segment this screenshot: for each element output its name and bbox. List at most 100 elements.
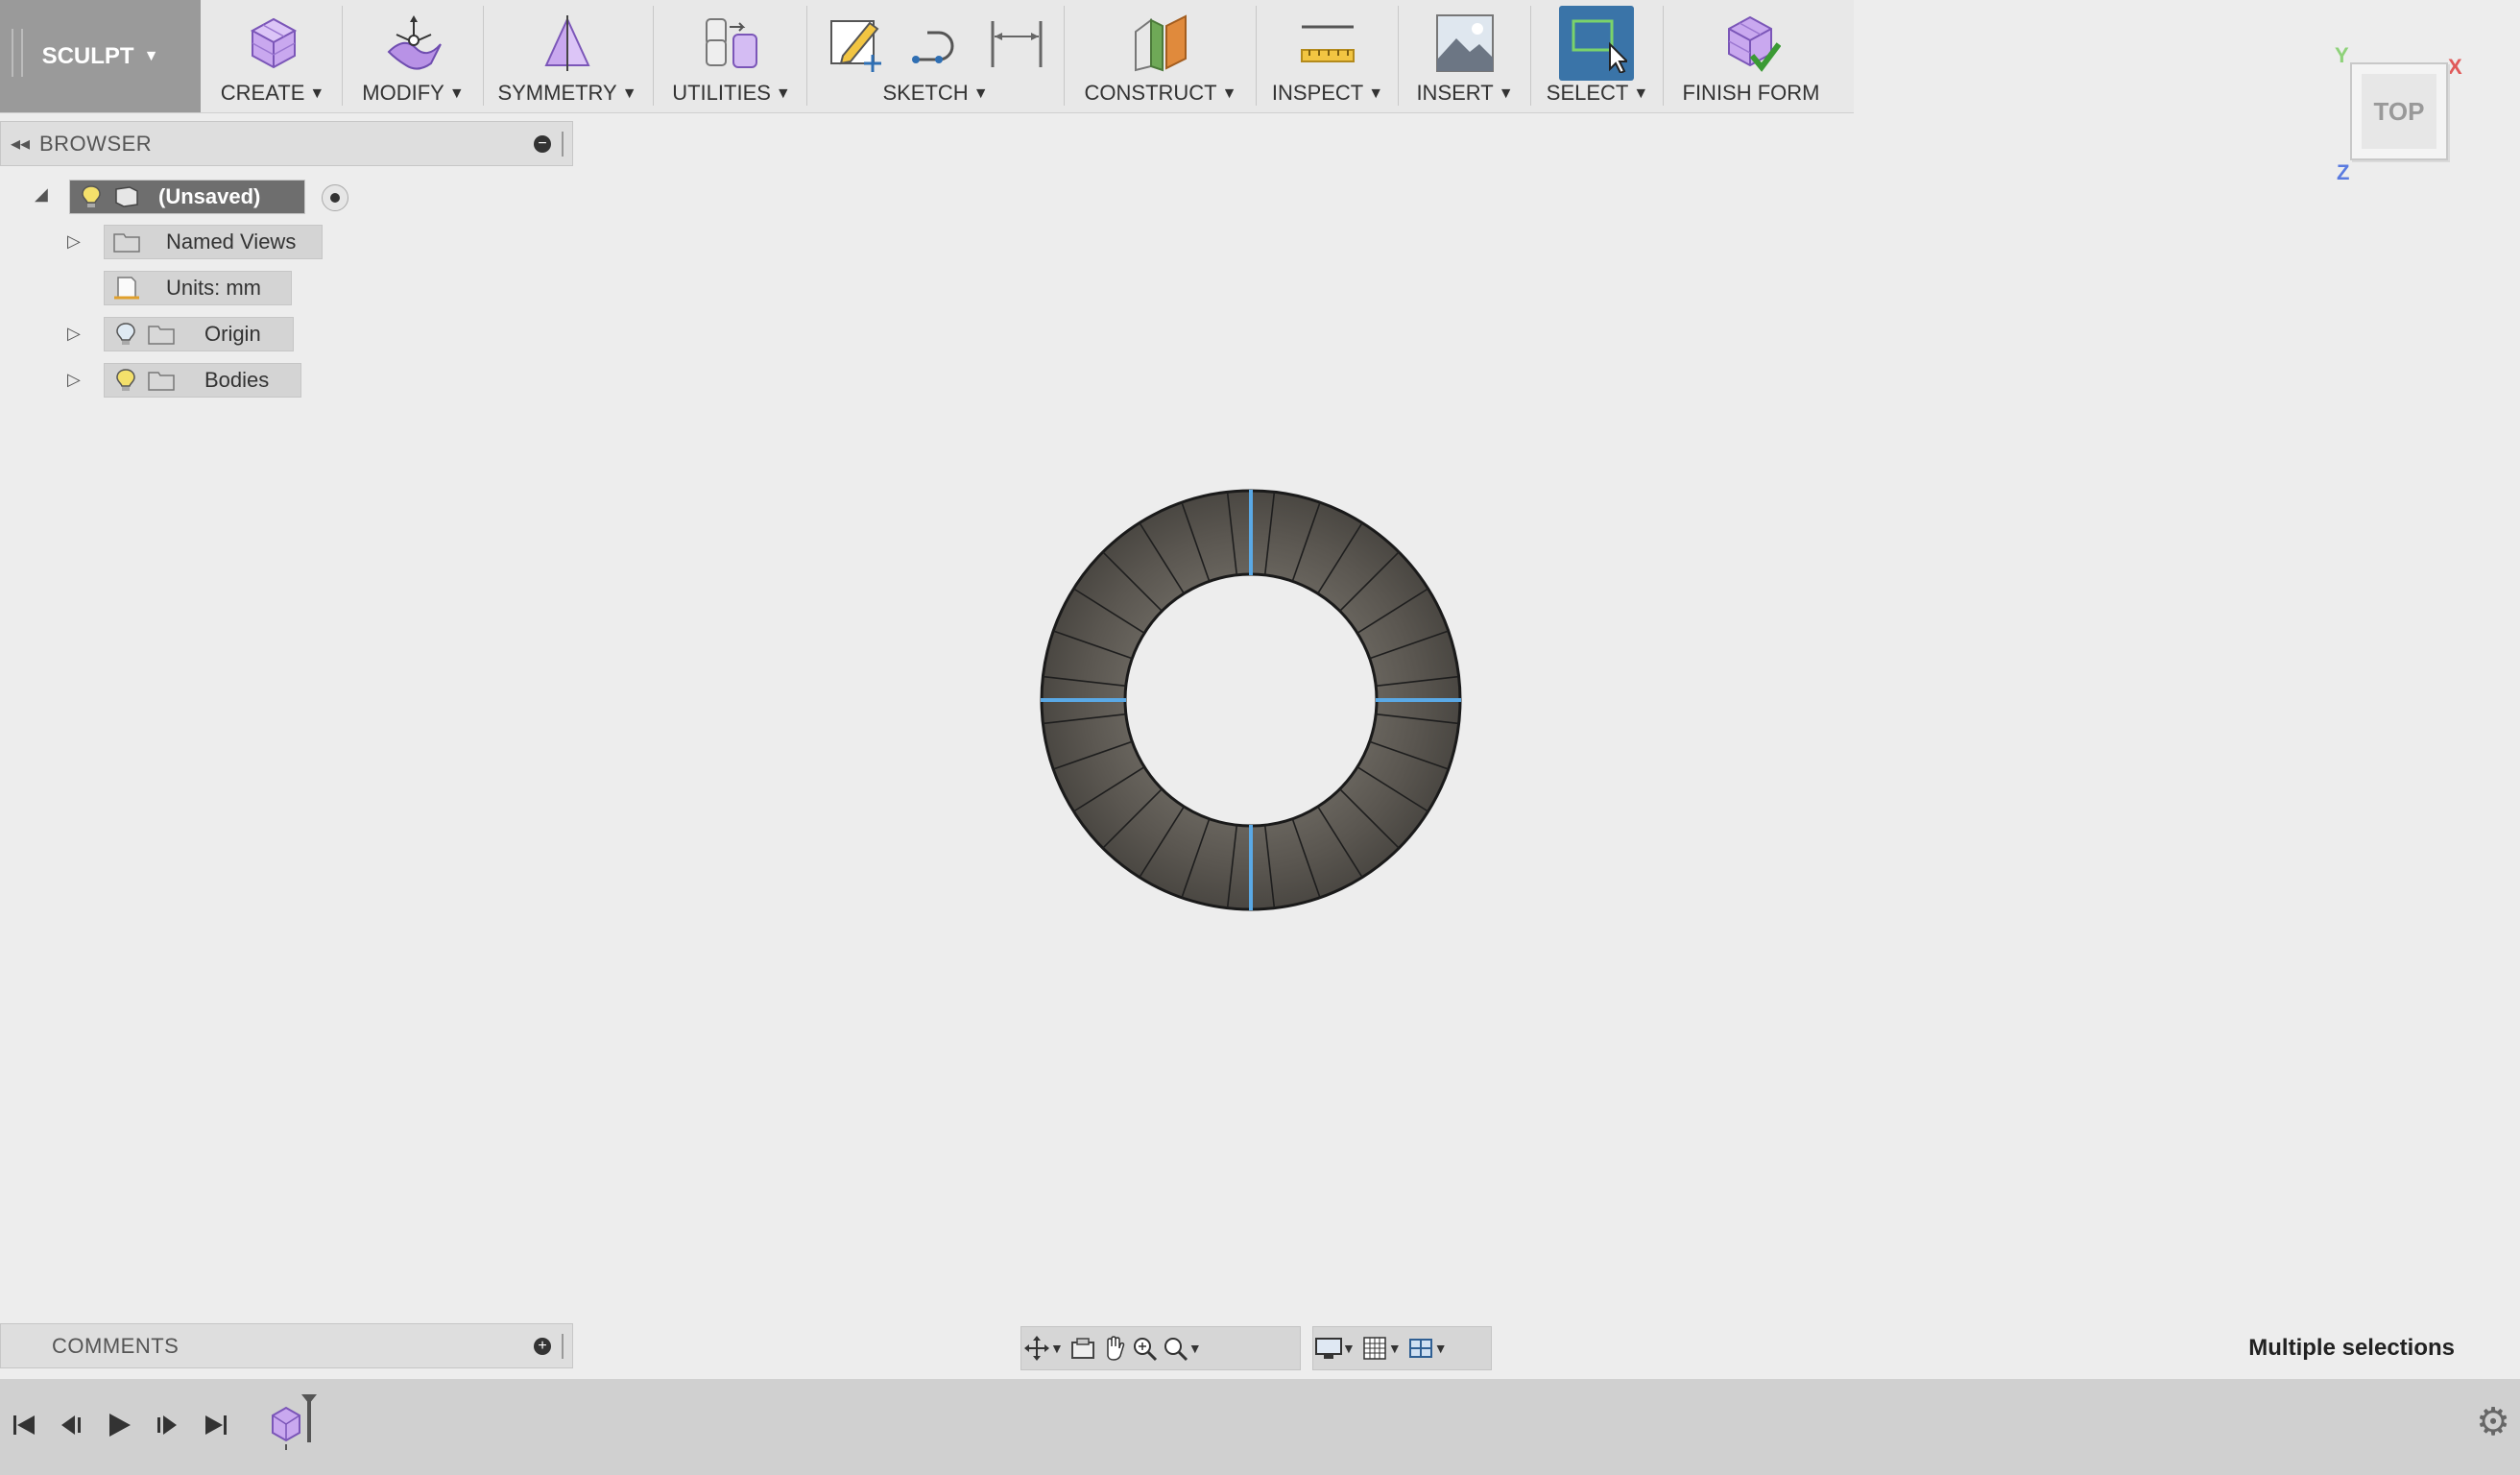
insert-menu[interactable]: INSERT ▼ — [1400, 0, 1530, 112]
view-cube-top-face[interactable]: TOP — [2350, 62, 2448, 160]
browser-item-label: Bodies — [204, 368, 270, 392]
select-label: SELECT — [1546, 81, 1629, 105]
axis-z-label: Z — [2337, 160, 2350, 184]
symmetry-menu[interactable]: SYMMETRY ▼ — [485, 0, 650, 112]
panel-grip[interactable] — [562, 132, 569, 157]
root-label: (Unsaved) — [158, 184, 261, 208]
play-icon[interactable] — [102, 1408, 136, 1442]
finish-form-icon[interactable] — [1721, 13, 1781, 73]
chevron-down-icon: ▼ — [775, 85, 791, 102]
step-back-icon[interactable] — [54, 1408, 88, 1442]
view-cube[interactable]: Y X TOP Z — [2335, 43, 2462, 187]
inspect-label: INSPECT — [1271, 81, 1364, 105]
modify-icon[interactable] — [383, 13, 444, 73]
chevron-down-icon: ▼ — [448, 85, 465, 102]
folder-icon — [148, 372, 175, 391]
chevron-down-icon: ▼ — [1221, 85, 1237, 102]
inspect-menu[interactable]: INSPECT ▼ — [1258, 0, 1398, 112]
browser-item-bodies[interactable]: Bodies — [104, 363, 301, 398]
chevron-down-icon: ▼ — [1633, 85, 1649, 102]
chevron-down-icon: ▼ — [972, 85, 989, 102]
navigation-toolbar: ▼ ▼ — [1020, 1326, 1301, 1370]
browser-root-node[interactable]: (Unsaved) — [69, 180, 348, 214]
browser-item-label: Named Views — [166, 230, 297, 254]
browser-item-named-views[interactable]: Named Views — [104, 225, 323, 259]
sketch-menu[interactable]: SKETCH ▼ — [808, 0, 1063, 112]
chevron-down-icon: ▼ — [309, 85, 325, 102]
symmetry-icon[interactable] — [539, 13, 596, 73]
lightbulb-icon[interactable] — [112, 367, 139, 394]
display-settings-icon[interactable] — [1313, 1333, 1344, 1364]
zoom-icon[interactable] — [1129, 1333, 1160, 1364]
utilities-menu[interactable]: UTILITIES ▼ — [655, 0, 808, 112]
finish-form-button[interactable]: FINISH FORM — [1665, 0, 1837, 112]
look-at-icon[interactable] — [1068, 1333, 1098, 1364]
chevron-down-icon: ▼ — [1368, 85, 1384, 102]
browser-item-label: Origin — [204, 322, 261, 346]
insert-image-icon[interactable] — [1435, 13, 1495, 73]
collapse-panel-icon[interactable]: ◂◂ — [1, 132, 39, 156]
construct-menu[interactable]: CONSTRUCT ▼ — [1066, 0, 1256, 112]
zoom-window-icon[interactable] — [1160, 1333, 1190, 1364]
browser-header[interactable]: ◂◂ BROWSER − — [0, 121, 573, 166]
insert-label: INSERT — [1416, 81, 1494, 105]
select-window-icon[interactable] — [1568, 13, 1627, 73]
modify-menu[interactable]: MODIFY ▼ — [344, 0, 483, 112]
axis-x-label: X — [2448, 55, 2462, 79]
utilities-icon[interactable] — [701, 13, 762, 73]
viewports-icon[interactable] — [1405, 1333, 1436, 1364]
timeline: ⚙ — [0, 1379, 2520, 1475]
utilities-label: UTILITIES — [672, 81, 771, 105]
create-box-icon[interactable] — [243, 13, 302, 73]
browser-item-label: Units: mm — [166, 276, 261, 300]
timeline-form-feature-icon[interactable] — [269, 1394, 326, 1452]
measure-icon[interactable] — [1298, 13, 1357, 73]
chevron-down-icon: ▼ — [143, 47, 159, 64]
comments-header[interactable]: COMMENTS + — [0, 1323, 573, 1368]
status-text: Multiple selections — [2248, 1335, 2455, 1361]
gear-icon[interactable]: ⚙ — [2476, 1400, 2510, 1444]
create-menu[interactable]: CREATE ▼ — [205, 0, 340, 112]
expand-triangle-icon[interactable]: ▷ — [67, 324, 81, 344]
activate-radio[interactable] — [322, 184, 348, 211]
workspace-label: SCULPT — [41, 42, 134, 69]
pan-hand-icon[interactable] — [1098, 1333, 1129, 1364]
chevron-down-icon[interactable]: ▼ — [1434, 1341, 1448, 1356]
modify-label: MODIFY — [362, 81, 444, 105]
document-icon — [115, 186, 138, 207]
expand-triangle-icon[interactable]: ▷ — [67, 231, 81, 252]
view-cube-face-label: TOP — [2362, 74, 2436, 149]
folder-icon — [148, 326, 175, 345]
step-forward-icon[interactable] — [150, 1408, 184, 1442]
sketch-arc-icon[interactable] — [906, 13, 966, 73]
workspace-switcher[interactable]: SCULPT ▼ — [0, 0, 201, 112]
chevron-down-icon[interactable]: ▼ — [1342, 1341, 1356, 1356]
add-comment-icon[interactable]: + — [534, 1338, 551, 1355]
grid-icon[interactable] — [1359, 1333, 1390, 1364]
skip-to-start-icon[interactable] — [8, 1408, 42, 1442]
symmetry-label: SYMMETRY — [497, 81, 617, 105]
browser-item-origin[interactable]: Origin — [104, 317, 294, 351]
expand-triangle-icon[interactable]: ▷ — [67, 370, 81, 390]
lightbulb-icon[interactable] — [78, 183, 105, 210]
create-sketch-icon[interactable] — [826, 13, 885, 73]
folder-icon — [113, 233, 140, 253]
toolbar-grip[interactable] — [12, 29, 23, 77]
chevron-down-icon[interactable]: ▼ — [1050, 1341, 1064, 1356]
toolbar: SCULPT ▼ CREATE ▼ MODIFY ▼ SYMMETRY ▼ UT… — [0, 0, 1854, 113]
skip-to-end-icon[interactable] — [198, 1408, 232, 1442]
panel-grip[interactable] — [562, 1334, 569, 1359]
lightbulb-icon[interactable] — [112, 321, 139, 348]
orbit-icon[interactable] — [1021, 1333, 1052, 1364]
chevron-down-icon[interactable]: ▼ — [1188, 1341, 1202, 1356]
select-menu[interactable]: SELECT ▼ — [1532, 0, 1663, 112]
minimize-icon[interactable]: − — [534, 135, 551, 153]
collapse-triangle-icon[interactable]: ◢ — [35, 184, 48, 205]
browser-item-units[interactable]: Units: mm — [104, 271, 292, 305]
ring-body-model[interactable] — [1037, 486, 1465, 914]
chevron-down-icon: ▼ — [621, 85, 637, 102]
display-toolbar: ▼ ▼ ▼ — [1312, 1326, 1492, 1370]
chevron-down-icon[interactable]: ▼ — [1388, 1341, 1402, 1356]
sketch-dimension-icon[interactable] — [987, 13, 1046, 73]
construct-plane-icon[interactable] — [1130, 12, 1191, 74]
